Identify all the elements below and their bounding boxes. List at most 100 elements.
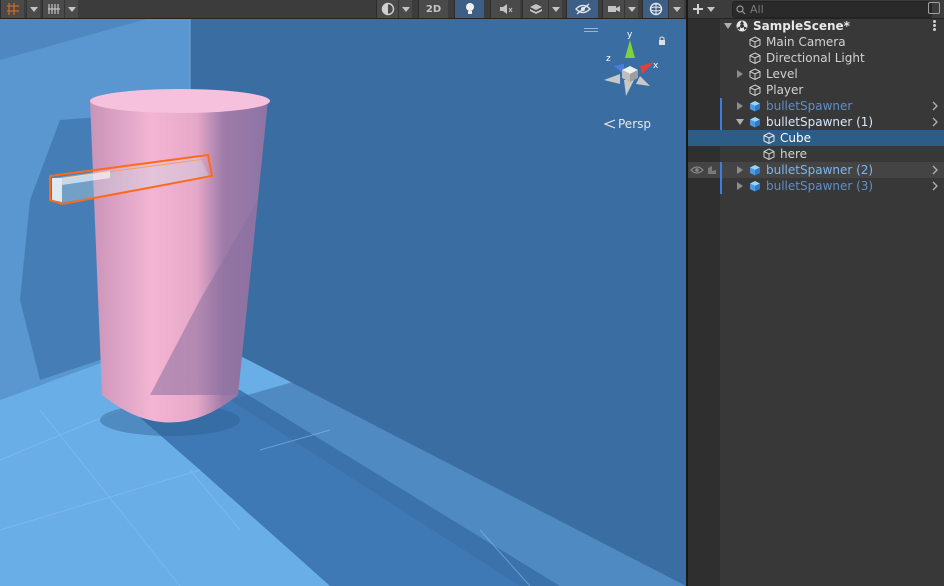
chevron-right-icon[interactable] (932, 181, 938, 191)
hierarchy-item-player[interactable]: Player (688, 82, 944, 98)
hierarchy-item-main-camera[interactable]: Main Camera (688, 34, 944, 50)
expand-arrow-icon[interactable] (737, 70, 743, 78)
hierarchy-item-bulletspawner-1[interactable]: bulletSpawner (1) (688, 114, 944, 130)
snap-dropdown[interactable] (64, 0, 78, 18)
gizmo-z-label: z (606, 54, 611, 64)
hierarchy-item-level[interactable]: Level (688, 66, 944, 82)
grid-icon (6, 3, 19, 15)
modified-indicator (720, 114, 722, 130)
search-input[interactable]: All (732, 1, 932, 18)
chevron-down-icon (401, 6, 410, 12)
gameobject-icon (763, 148, 775, 160)
scene-icon (736, 20, 748, 32)
snap-icon (47, 4, 60, 14)
gameobject-icon (749, 36, 761, 48)
expand-arrow-icon[interactable] (737, 182, 743, 190)
chevron-right-icon[interactable] (932, 165, 938, 175)
grid-snap-button[interactable] (0, 0, 24, 18)
camera-icon (607, 6, 620, 12)
audio-toggle[interactable] (490, 0, 520, 18)
perspective-icon (604, 119, 616, 129)
gameobject-icon (763, 132, 775, 144)
hierarchy-item-bulletspawner-3[interactable]: bulletSpawner (3) (688, 178, 944, 194)
gizmo-x-label: x (653, 61, 659, 71)
scene-toolbar: 2D (0, 0, 686, 19)
light-icon (465, 3, 474, 14)
expand-arrow-icon[interactable] (737, 166, 743, 174)
hierarchy-item-label: Level (766, 67, 798, 81)
scene-camera-button[interactable] (602, 0, 624, 18)
search-icon (736, 4, 746, 14)
chevron-down-icon (67, 6, 76, 12)
chevron-down-icon (551, 6, 560, 12)
chevron-right-icon[interactable] (932, 101, 938, 111)
shading-mode-icon (381, 2, 394, 16)
modified-indicator (720, 178, 722, 194)
chevron-down-icon (29, 6, 38, 12)
hierarchy-item-label: Cube (780, 131, 811, 145)
hierarchy-item-cube[interactable]: Cube (688, 130, 944, 146)
hierarchy-item-label: bulletSpawner (766, 99, 853, 113)
lighting-toggle[interactable] (454, 0, 484, 18)
gizmo-y-label: y (627, 30, 633, 40)
hierarchy-item-bulletspawner[interactable]: bulletSpawner (688, 98, 944, 114)
hierarchy-item-label: bulletSpawner (2) (766, 163, 874, 177)
hierarchy-item-directional-light[interactable]: Directional Light (688, 50, 944, 66)
pick-icon[interactable] (706, 165, 718, 175)
grid-snap-dropdown[interactable] (26, 0, 40, 18)
gizmo-y-axis[interactable] (625, 40, 635, 58)
chevron-right-icon[interactable] (932, 117, 938, 127)
audio-icon (499, 4, 512, 14)
chevron-down-icon (672, 6, 681, 12)
prefab-icon (750, 117, 760, 128)
chevron-down-icon (627, 6, 636, 12)
effects-icon (529, 4, 542, 14)
eye-icon[interactable] (690, 165, 704, 175)
scene-name: SampleScene* (753, 19, 850, 33)
gizmos-dropdown[interactable] (668, 0, 684, 18)
prefab-icon (750, 181, 760, 192)
hierarchy-panel: All SampleScene* Main Camera Directional… (688, 0, 944, 586)
gizmos-toggle[interactable] (642, 0, 668, 18)
snap-settings-button[interactable] (42, 0, 64, 18)
scene-menu-icon[interactable] (933, 20, 936, 32)
expand-arrow-icon[interactable] (736, 119, 744, 125)
scene-view[interactable]: 2D y x z Persp (0, 0, 686, 586)
scene-visibility-toggle[interactable] (566, 0, 598, 18)
expand-arrow-icon[interactable] (724, 23, 732, 29)
shading-mode-dropdown[interactable] (398, 0, 412, 18)
prefab-icon (750, 101, 760, 112)
hierarchy-item-label: bulletSpawner (1) (766, 115, 874, 129)
lock-icon[interactable] (659, 40, 665, 45)
hierarchy-item-label: here (780, 147, 808, 161)
gameobject-icon (749, 68, 761, 80)
gizmos-icon (649, 2, 662, 16)
chevron-down-icon (707, 6, 715, 12)
hierarchy-item-here[interactable]: here (688, 146, 944, 162)
toggle-2d-button[interactable]: 2D (418, 0, 448, 18)
modified-indicator (720, 162, 722, 178)
orientation-gizmo[interactable]: y x z (596, 28, 670, 108)
scene-viewport[interactable] (0, 0, 686, 586)
gizmo-x-axis[interactable] (640, 62, 654, 74)
effects-dropdown[interactable] (548, 0, 562, 18)
hierarchy-item-label: Main Camera (766, 35, 846, 49)
expand-arrow-icon[interactable] (737, 102, 743, 110)
hierarchy-item-bulletspawner-2[interactable]: bulletSpawner (2) (688, 162, 944, 178)
hierarchy-toolbar: All (688, 0, 944, 19)
hierarchy-item-label: Player (766, 83, 804, 97)
plus-icon (693, 4, 703, 14)
visibility-icon (574, 3, 591, 15)
gameobject-icon (749, 52, 761, 64)
create-button[interactable] (692, 0, 720, 18)
projection-toggle[interactable]: Persp (604, 117, 651, 131)
hierarchy-item-label: Directional Light (766, 51, 865, 65)
scene-camera-dropdown[interactable] (624, 0, 638, 18)
effects-toggle[interactable] (522, 0, 548, 18)
shading-mode-button[interactable] (376, 0, 398, 18)
lock-icon[interactable] (928, 2, 940, 14)
prefab-icon (750, 165, 760, 176)
hierarchy-item-label: bulletSpawner (3) (766, 179, 874, 193)
modified-indicator (720, 98, 722, 114)
scene-root-row[interactable]: SampleScene* (688, 18, 944, 34)
